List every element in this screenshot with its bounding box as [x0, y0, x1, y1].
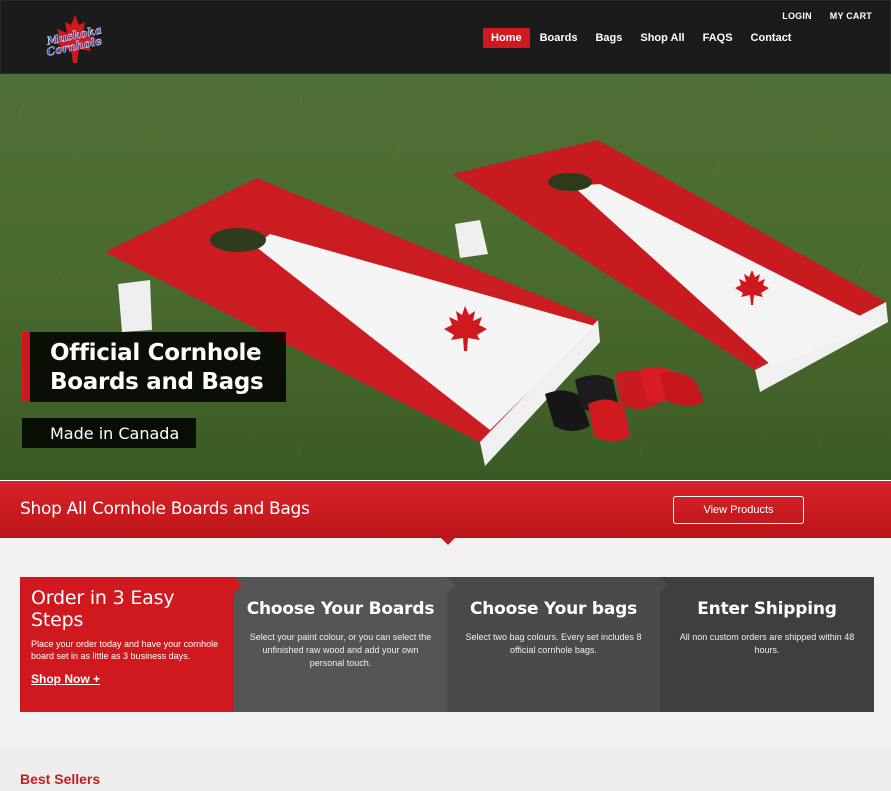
hero-title-line2: Boards and Bags	[50, 369, 264, 395]
nav-shop-all[interactable]: Shop All	[632, 28, 692, 48]
shop-all-text: Shop All Cornhole Boards and Bags	[20, 499, 310, 519]
view-products-button[interactable]: View Products	[673, 496, 804, 524]
step-description: Select your paint colour, or you can sel…	[249, 632, 432, 668]
steps-intro-text: Place your order today and have your cor…	[31, 639, 219, 661]
step-title: Enter Shipping	[697, 599, 837, 619]
my-cart-link[interactable]: MY CART	[830, 11, 872, 21]
order-steps: Order in 3 Easy Steps Place your order t…	[20, 577, 874, 712]
site-header: Muskoka Cornhole LOGIN MY CART Home Boar…	[0, 0, 891, 74]
site-logo[interactable]: Muskoka Cornhole	[43, 13, 107, 65]
step-choose-boards: Choose Your Boards Select your paint col…	[234, 577, 455, 712]
nav-contact[interactable]: Contact	[743, 28, 800, 48]
maple-leaf-logo-icon: Muskoka Cornhole	[44, 15, 103, 63]
step-divider-arrow	[660, 577, 668, 593]
step-divider-arrow	[234, 577, 242, 593]
nav-boards[interactable]: Boards	[532, 28, 586, 48]
hero-subtitle: Made in Canada	[22, 418, 196, 448]
hero-banner: Official Cornhole Boards and Bags Made i…	[0, 74, 891, 480]
hero-title-line1: Official Cornhole	[50, 340, 262, 366]
nav-home[interactable]: Home	[483, 28, 530, 48]
nav-faqs[interactable]: FAQS	[695, 28, 741, 48]
hero-title-box: Official Cornhole Boards and Bags	[22, 332, 286, 402]
step-divider-arrow	[447, 577, 455, 593]
account-links: LOGIN MY CART	[782, 11, 872, 21]
login-link[interactable]: LOGIN	[782, 11, 812, 21]
step-description: Select two bag colours. Every set includ…	[465, 632, 642, 655]
shop-all-banner: Shop All Cornhole Boards and Bags View P…	[0, 481, 891, 538]
steps-title: Order in 3 Easy Steps	[31, 587, 175, 631]
step-title: Choose Your Boards	[246, 599, 435, 619]
steps-section: Order in 3 Easy Steps Place your order t…	[0, 538, 891, 750]
step-enter-shipping: Enter Shipping All non custom orders are…	[660, 577, 874, 712]
best-sellers-heading: Best Sellers	[20, 771, 101, 787]
main-nav: Home Boards Bags Shop All FAQS Contact	[483, 28, 801, 48]
best-sellers-section: Best Sellers	[0, 750, 891, 791]
step-choose-bags: Choose Your bags Select two bag colours.…	[447, 577, 668, 712]
nav-bags[interactable]: Bags	[587, 28, 630, 48]
banner-pointer	[441, 538, 455, 545]
shop-now-link[interactable]: Shop Now +	[31, 672, 100, 686]
step-description: All non custom orders are shipped within…	[679, 632, 855, 655]
step-title: Choose Your bags	[469, 599, 638, 619]
step-intro: Order in 3 Easy Steps Place your order t…	[20, 577, 242, 712]
